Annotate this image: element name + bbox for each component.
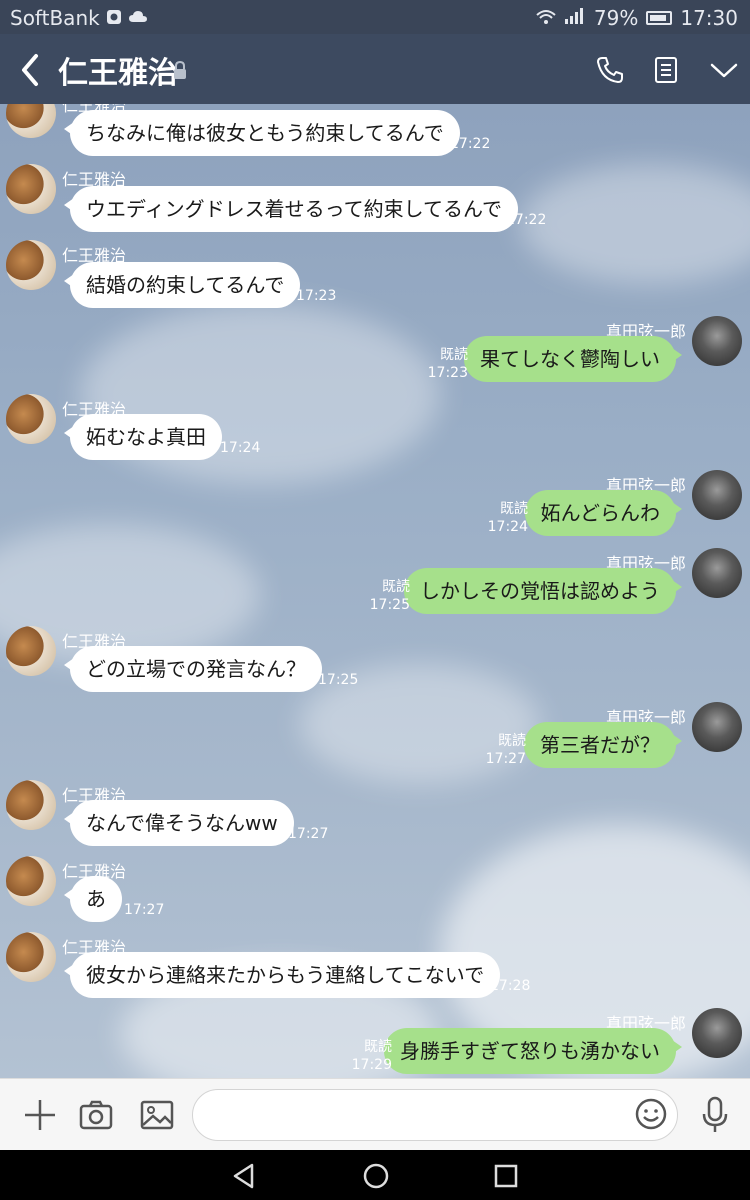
message-bubble[interactable]: 第三者だが？ bbox=[524, 722, 682, 768]
chevron-down-icon[interactable] bbox=[708, 54, 740, 86]
message-bubble[interactable]: しかしその覚悟は認めよう bbox=[404, 568, 682, 614]
read-receipt: 既読 bbox=[440, 347, 468, 363]
read-receipt: 既読 bbox=[364, 1039, 392, 1055]
image-icon[interactable] bbox=[139, 1097, 175, 1133]
avatar[interactable] bbox=[692, 548, 742, 598]
message-bubble[interactable]: どの立場での発言なん？ bbox=[64, 646, 322, 692]
message-time: 17:24 bbox=[220, 440, 261, 456]
chat-header: 仁王雅治 bbox=[0, 34, 750, 104]
chat-area[interactable]: 仁王雅治 ちなみに俺は彼女ともう約束してるんで 17:22 仁王雅治 ウエディン… bbox=[0, 104, 750, 1078]
cloud-notification-icon bbox=[128, 6, 148, 30]
message-time: 17:24 bbox=[487, 519, 528, 535]
lock-icon bbox=[172, 60, 188, 80]
message-time: 17:25 bbox=[369, 597, 410, 613]
message-time: 17:22 bbox=[506, 212, 547, 228]
avatar[interactable] bbox=[6, 932, 56, 982]
signal-icon bbox=[564, 6, 586, 30]
phone-call-icon[interactable] bbox=[594, 54, 626, 86]
wifi-icon bbox=[536, 6, 556, 30]
message-time: 17:22 bbox=[450, 136, 491, 152]
notes-icon[interactable] bbox=[650, 54, 682, 86]
battery-icon bbox=[646, 11, 673, 25]
carrier-label: SoftBank bbox=[10, 6, 100, 30]
message-input-bar bbox=[0, 1078, 750, 1150]
message-time: 17:27 bbox=[124, 902, 165, 918]
avatar[interactable] bbox=[6, 856, 56, 906]
plus-icon[interactable] bbox=[22, 1097, 58, 1133]
avatar[interactable] bbox=[692, 470, 742, 520]
emoji-icon[interactable] bbox=[634, 1097, 668, 1131]
microphone-icon[interactable] bbox=[700, 1095, 730, 1135]
chat-title: 仁王雅治 bbox=[58, 56, 178, 91]
app-notification-icon bbox=[106, 6, 122, 30]
message-bubble[interactable]: 妬んどらんわ bbox=[524, 490, 683, 536]
status-bar: SoftBank 79% 17:30 bbox=[0, 0, 750, 34]
system-nav-bar bbox=[0, 1150, 750, 1200]
message-bubble[interactable]: ちなみに俺は彼女ともう約束してるんで bbox=[64, 110, 460, 156]
message-bubble[interactable]: 果てしなく鬱陶しい bbox=[464, 336, 682, 382]
avatar[interactable] bbox=[6, 394, 56, 444]
avatar[interactable] bbox=[6, 780, 56, 830]
nav-home-icon[interactable] bbox=[362, 1162, 390, 1190]
read-receipt: 既読 bbox=[498, 733, 526, 749]
avatar[interactable] bbox=[6, 104, 56, 138]
message-time: 17:23 bbox=[427, 365, 468, 381]
battery-percent: 79% bbox=[593, 6, 639, 30]
message-bubble[interactable]: 彼女から連絡来たからもう連絡してこないで bbox=[63, 952, 501, 998]
back-arrow-icon[interactable] bbox=[16, 50, 46, 90]
message-time: 17:23 bbox=[296, 288, 337, 304]
read-receipt: 既読 bbox=[500, 501, 528, 517]
message-bubble[interactable]: ウエディングドレス着せるって約束してるんで bbox=[64, 186, 518, 232]
avatar[interactable] bbox=[692, 1008, 742, 1058]
message-bubble[interactable]: 妬むなよ真田 bbox=[64, 414, 222, 460]
nav-back-icon[interactable] bbox=[230, 1162, 258, 1190]
camera-icon[interactable] bbox=[78, 1097, 114, 1133]
avatar[interactable] bbox=[692, 702, 742, 752]
message-bubble[interactable]: あ bbox=[64, 876, 122, 922]
message-time: 17:28 bbox=[490, 978, 531, 994]
avatar[interactable] bbox=[6, 164, 56, 214]
message-input[interactable] bbox=[192, 1089, 678, 1141]
avatar[interactable] bbox=[6, 626, 56, 676]
avatar[interactable] bbox=[6, 240, 56, 290]
message-bubble[interactable]: 身勝手すぎて怒りも湧かない bbox=[384, 1028, 682, 1074]
message-bubble[interactable]: なんで偉そうなんww bbox=[64, 800, 294, 846]
message-time: 17:29 bbox=[351, 1057, 392, 1073]
message-time: 17:27 bbox=[485, 751, 526, 767]
clock: 17:30 bbox=[680, 6, 738, 30]
avatar[interactable] bbox=[692, 316, 742, 366]
message-bubble[interactable]: 結婚の約束してるんで bbox=[63, 262, 301, 308]
message-time: 17:27 bbox=[288, 826, 329, 842]
message-time: 17:25 bbox=[318, 672, 359, 688]
read-receipt: 既読 bbox=[382, 579, 410, 595]
nav-recents-icon[interactable] bbox=[492, 1162, 520, 1190]
